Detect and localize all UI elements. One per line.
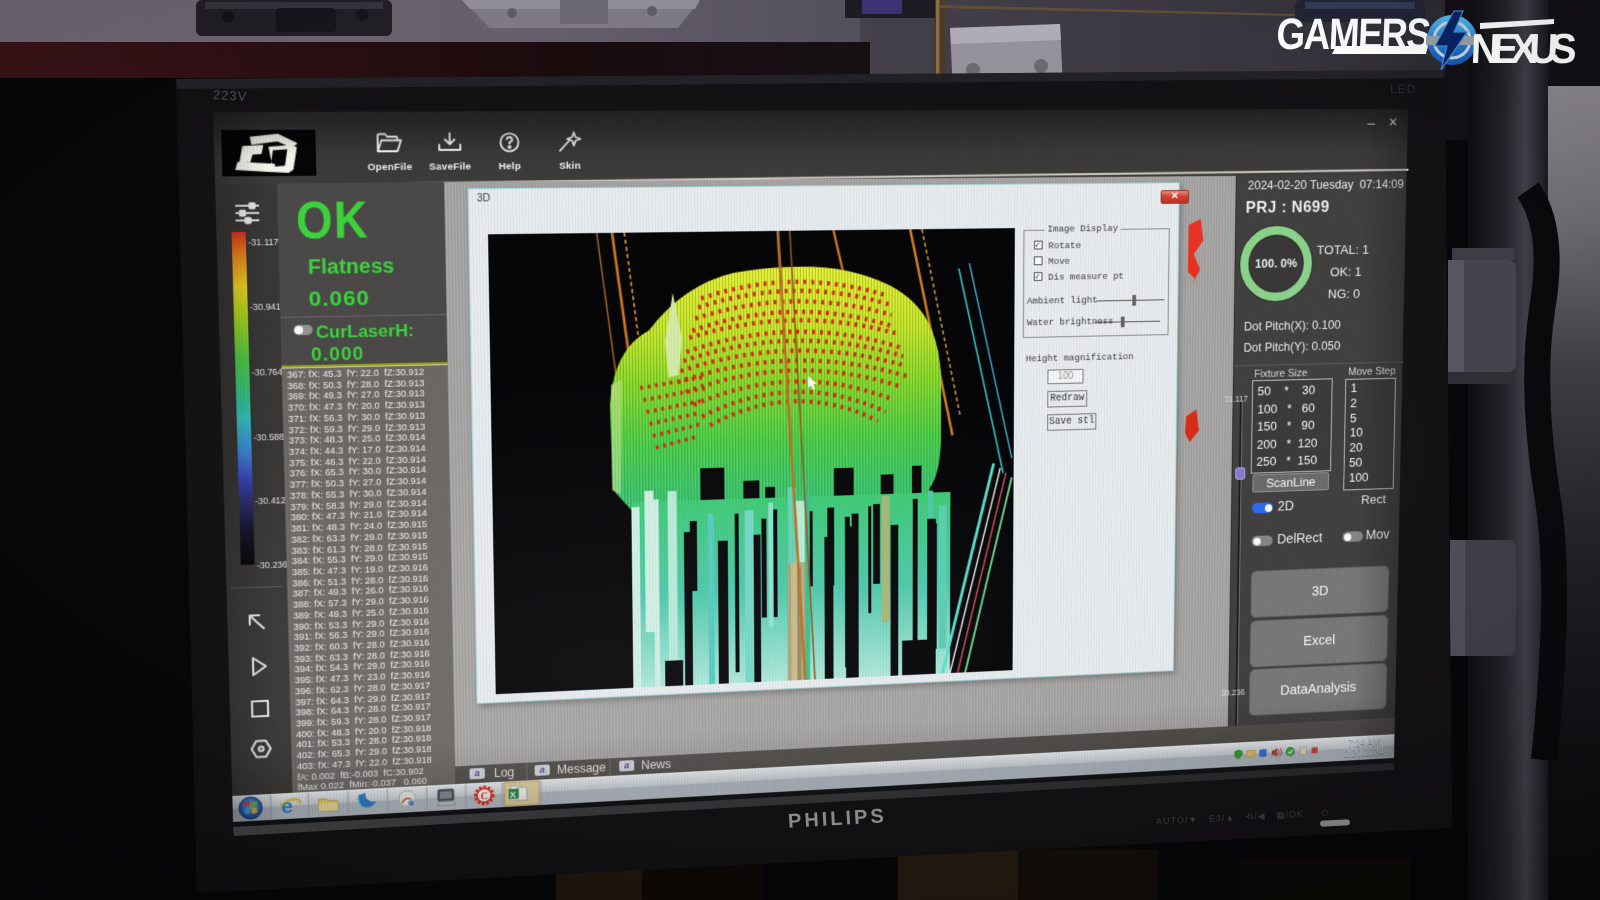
svg-text:NEXUS: NEXUS (1470, 25, 1577, 72)
svg-text:e: e (281, 794, 293, 818)
svg-text:X: X (510, 790, 517, 800)
svg-text:C: C (480, 791, 488, 802)
